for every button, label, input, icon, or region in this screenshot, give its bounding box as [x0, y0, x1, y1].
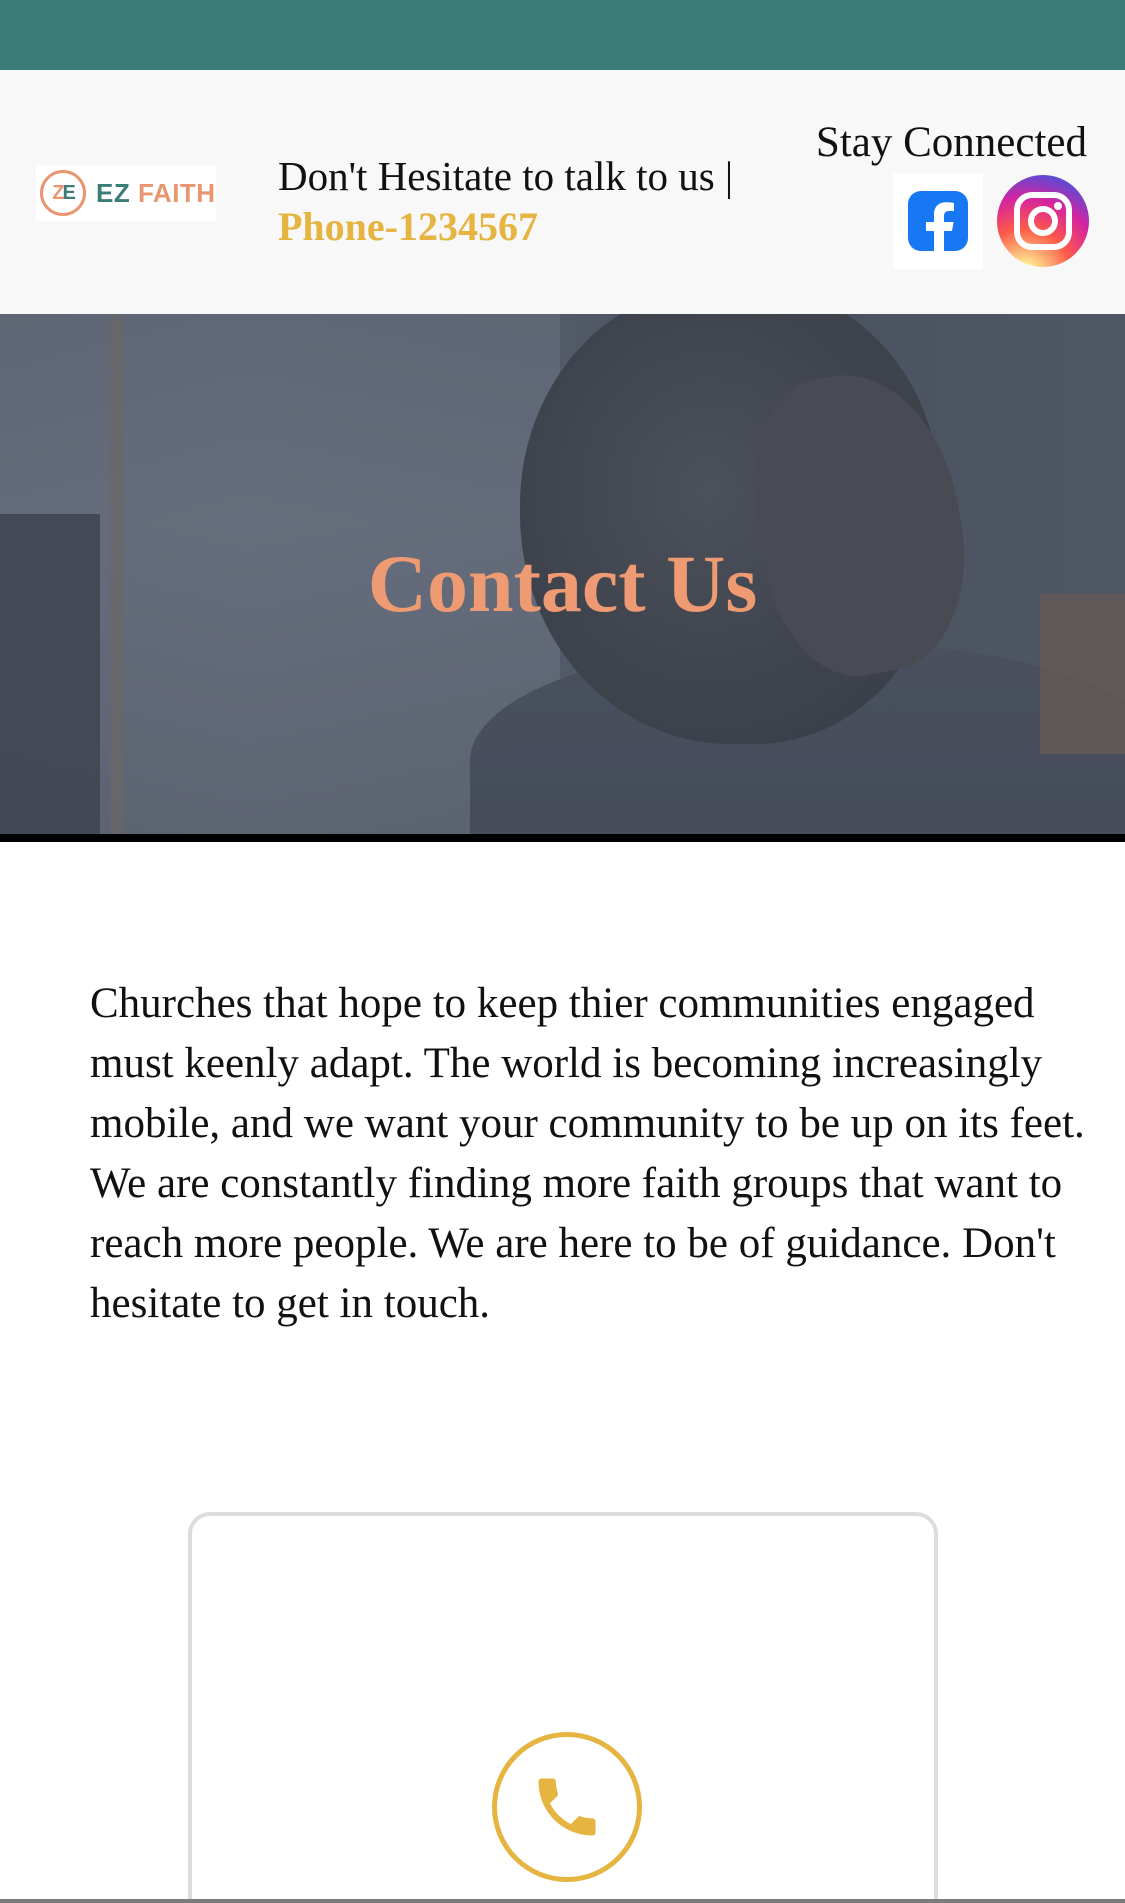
- hero-title: Contact Us: [367, 538, 758, 629]
- facebook-link[interactable]: [893, 173, 983, 269]
- contact-page: ZE EZ FAITH Don't Hesitate to talk to us…: [0, 0, 1125, 1903]
- logo-wordmark-ez: EZ: [96, 177, 131, 208]
- facebook-icon: [908, 191, 968, 251]
- contact-card: [188, 1512, 938, 1903]
- stay-connected-label: Stay Connected: [815, 119, 1087, 166]
- logo-wordmark: EZ FAITH: [96, 178, 216, 209]
- phone-number-link[interactable]: Phone-1234567: [278, 202, 538, 252]
- intro-paragraph: Churches that hope to keep thier communi…: [90, 980, 1085, 1327]
- logo-mark-e: E: [62, 181, 75, 204]
- ez-faith-logo[interactable]: ZE EZ FAITH: [36, 165, 216, 221]
- top-bar: [0, 0, 1125, 70]
- hero-banner: Contact Us: [0, 314, 1125, 834]
- logo-mark: ZE: [40, 170, 86, 216]
- logo-mark-z: Z: [52, 181, 64, 204]
- instagram-icon[interactable]: [997, 175, 1089, 267]
- bottom-edge: [0, 1899, 1125, 1903]
- logo-wordmark-faith: FAITH: [137, 177, 216, 208]
- phone-icon[interactable]: [492, 1732, 642, 1882]
- hero-bottom-rule: [0, 834, 1125, 842]
- hesitate-text: Don't Hesitate to talk to us |: [278, 153, 734, 199]
